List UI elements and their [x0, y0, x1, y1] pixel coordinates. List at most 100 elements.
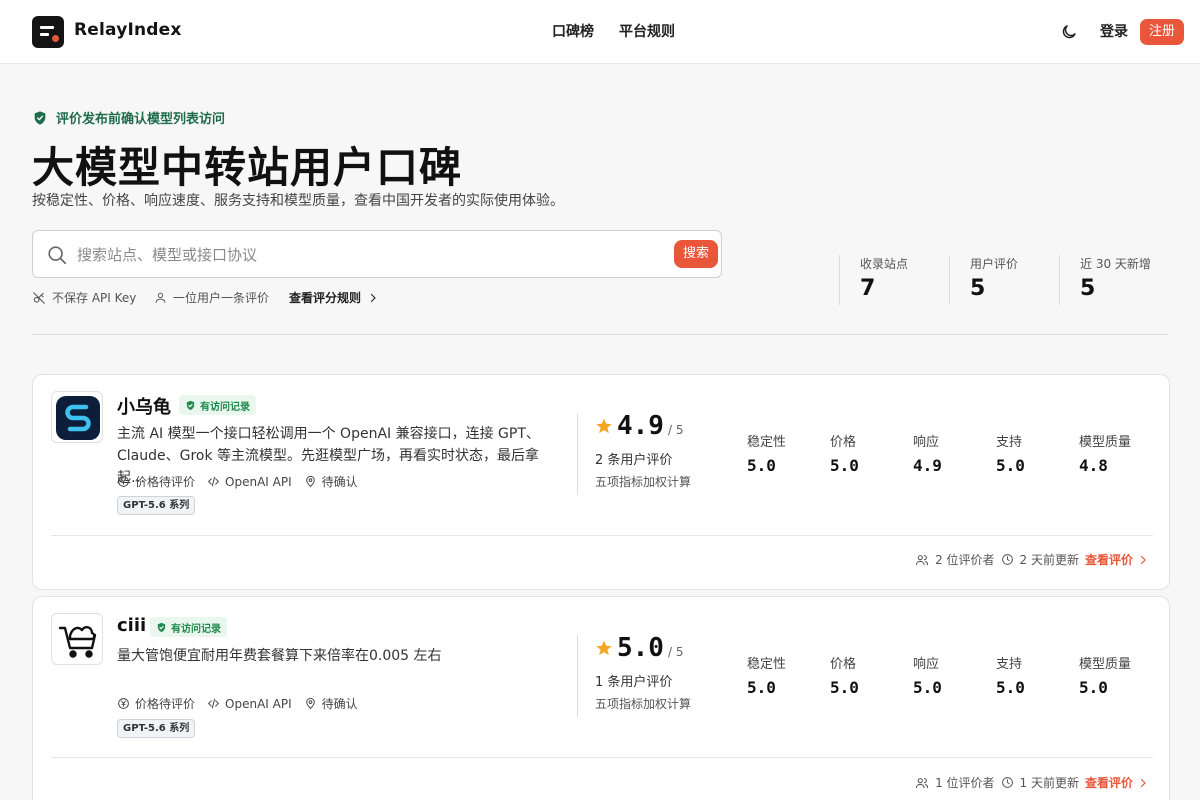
score-max: / 5 — [667, 645, 684, 659]
site-card[interactable]: ciii 有访问记录 量大管饱便宜耐用年费套餐算下来倍率在0.005 左右 价格… — [32, 596, 1170, 800]
site-logo — [51, 391, 103, 443]
register-button[interactable]: 注册 — [1140, 19, 1184, 45]
metric-label: 响应 — [913, 657, 940, 672]
access-record-badge: 有访问记录 — [179, 395, 256, 415]
stat-label: 用户评价 — [970, 257, 1019, 271]
card-footer: 1 位评价者 1 天前更新 查看评价 — [915, 774, 1149, 791]
metric-value: 4.9 — [913, 456, 942, 475]
card-divider — [51, 535, 1153, 536]
dark-mode-moon-icon[interactable] — [1060, 23, 1078, 41]
brand-logo-icon[interactable] — [32, 16, 64, 48]
site-meta: 价格待评价 OpenAI API 待确认 — [117, 695, 358, 712]
reviewer-count: 2 位评价者 — [935, 553, 995, 567]
code-icon — [207, 476, 220, 487]
chevron-right-icon — [1140, 778, 1146, 787]
reviewer-count: 1 位评价者 — [935, 776, 995, 790]
meta-api: OpenAI API — [207, 697, 292, 711]
yen-coin-icon — [118, 698, 129, 709]
site-card[interactable]: 小乌龟 有访问记录 主流 AI 模型一个接口轻松调用一个 OpenAI 兼容接口… — [32, 374, 1170, 590]
badge-text: 有访问记录 — [200, 401, 250, 413]
stat-sites: 收录站点 7 — [839, 255, 949, 305]
metric-response: 响应 5.0 — [913, 653, 942, 697]
key-off-icon — [33, 291, 45, 304]
metric-price: 价格 5.0 — [830, 653, 859, 697]
hint-no-api-key: 不保存 API Key — [32, 289, 136, 306]
meta-location: 待确认 — [304, 695, 358, 712]
metric-value: 4.8 — [1079, 456, 1108, 475]
section-divider — [32, 334, 1169, 335]
metric-value: 5.0 — [747, 456, 776, 475]
metric-support: 支持 5.0 — [996, 653, 1025, 697]
hint-text: 查看评分规则 — [289, 291, 362, 305]
users-icon — [916, 554, 929, 565]
notice-text: 评价发布前确认模型列表访问 — [56, 112, 226, 127]
weighted-note: 五项指标加权计算 — [595, 475, 692, 489]
shield-check-icon — [34, 110, 46, 125]
scoring-rules-link[interactable]: 查看评分规则 — [289, 289, 379, 306]
meta-text: 价格待评价 — [135, 697, 196, 711]
card-footer: 2 位评价者 2 天前更新 查看评价 — [915, 551, 1149, 568]
brand-name[interactable]: RelayIndex — [74, 20, 182, 40]
stat-new-30-days: 近 30 天新增 5 — [1059, 255, 1169, 305]
page-subtitle: 按稳定性、价格、响应速度、服务支持和模型质量，查看中国开发者的实际使用体验。 — [32, 193, 564, 209]
clock-icon — [1001, 554, 1013, 565]
metric-label: 价格 — [830, 657, 857, 672]
site-name[interactable]: ciii — [117, 615, 146, 636]
code-icon — [207, 698, 220, 709]
stat-label: 收录站点 — [860, 257, 909, 271]
metric-stability: 稳定性 5.0 — [747, 653, 786, 697]
view-reviews-link[interactable]: 查看评价 — [1085, 774, 1149, 791]
review-count: 2 条用户评价 — [595, 453, 673, 468]
site-logo — [51, 613, 103, 665]
search-input[interactable] — [77, 241, 637, 269]
link-text: 查看评价 — [1084, 776, 1133, 790]
meta-api: OpenAI API — [207, 475, 292, 489]
site-name[interactable]: 小乌龟 — [117, 393, 171, 419]
site-description: 量大管饱便宜耐用年费套餐算下来倍率在0.005 左右 — [117, 648, 442, 664]
hint-one-review: 一位用户一条评价 — [154, 289, 269, 306]
metric-value: 5.0 — [747, 678, 776, 697]
search-button[interactable]: 搜索 — [674, 240, 718, 268]
access-record-badge: 有访问记录 — [150, 617, 227, 637]
view-reviews-link[interactable]: 查看评价 — [1085, 551, 1149, 568]
metric-label: 支持 — [996, 435, 1023, 450]
score-max: / 5 — [667, 423, 684, 437]
clock-icon — [1001, 777, 1013, 788]
login-button[interactable]: 登录 — [1100, 21, 1128, 41]
metric-label: 价格 — [830, 435, 857, 450]
meta-text: OpenAI API — [225, 696, 292, 711]
metric-label: 支持 — [996, 657, 1023, 672]
score-value: 5.0 — [617, 633, 664, 663]
site-logo-s-icon — [56, 396, 100, 440]
star-icon — [596, 418, 612, 434]
chevron-right-icon — [370, 293, 376, 302]
page-title: 大模型中转站用户口碑 — [32, 143, 463, 192]
meta-text: 待确认 — [321, 475, 358, 489]
nav-reputation-ranking[interactable]: 口碑榜 — [552, 21, 594, 41]
metric-label: 稳定性 — [747, 657, 787, 672]
shopping-cart-icon — [58, 625, 97, 658]
metric-response: 响应 4.9 — [913, 431, 942, 475]
metric-value: 5.0 — [996, 456, 1025, 475]
site-meta: 价格待评价 OpenAI API 待确认 — [117, 473, 358, 490]
metric-model-quality: 模型质量 5.0 — [1079, 653, 1131, 697]
shield-check-icon — [186, 400, 195, 410]
card-divider — [51, 757, 1153, 758]
top-navigation-bar: RelayIndex 口碑榜 平台规则 登录 注册 — [0, 0, 1200, 64]
vertical-divider — [577, 413, 578, 495]
overall-score: 4.9 / 5 — [595, 411, 683, 441]
metric-value: 5.0 — [1079, 678, 1108, 697]
users-icon — [916, 777, 929, 788]
notice-banner: 评价发布前确认模型列表访问 — [32, 108, 225, 127]
metric-value: 5.0 — [830, 678, 859, 697]
vertical-divider — [577, 635, 578, 717]
updated-time: 2 天前更新 — [1019, 553, 1079, 567]
weighted-note: 五项指标加权计算 — [595, 697, 692, 711]
metric-model-quality: 模型质量 4.8 — [1079, 431, 1131, 475]
nav-platform-rules[interactable]: 平台规则 — [619, 21, 675, 41]
stat-value: 7 — [860, 276, 876, 301]
hint-text: 不保存 API Key — [52, 291, 137, 305]
stat-value: 5 — [1080, 276, 1096, 301]
metric-value: 5.0 — [996, 678, 1025, 697]
metric-price: 价格 5.0 — [830, 431, 859, 475]
